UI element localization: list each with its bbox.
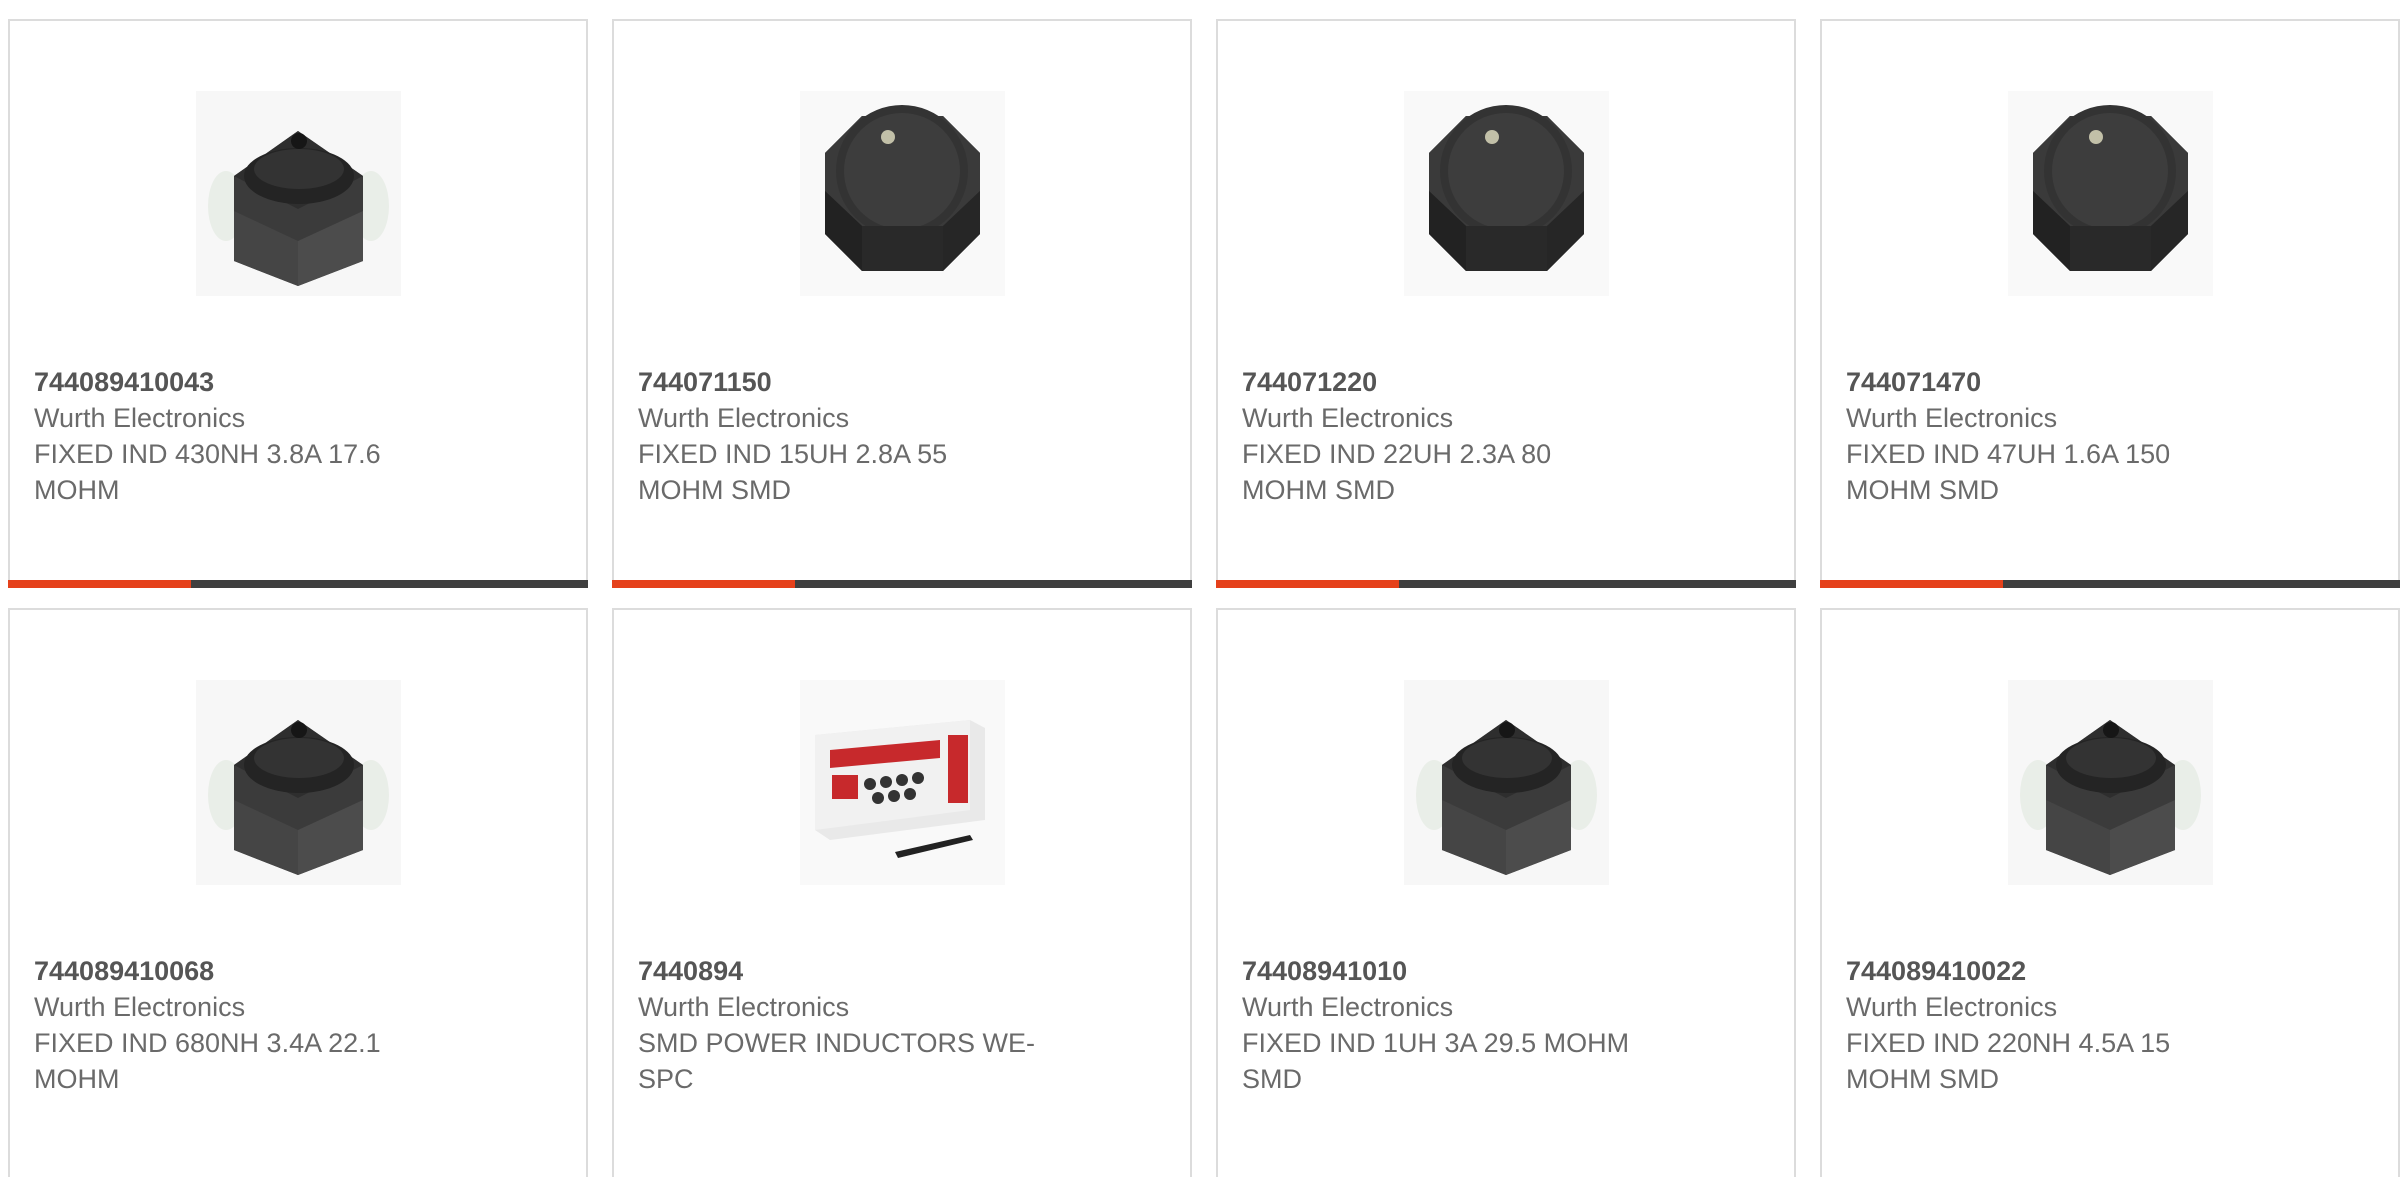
manufacturer: Wurth Electronics	[1242, 992, 1454, 1022]
octagonal-inductor-icon[interactable]	[2008, 91, 2213, 296]
shielded-inductor-square-icon[interactable]	[196, 91, 401, 296]
design-kit-box-icon[interactable]	[800, 680, 1005, 885]
part-number[interactable]: 744089410043	[34, 364, 474, 400]
manufacturer: Wurth Electronics	[1846, 992, 2058, 1022]
manufacturer: Wurth Electronics	[1242, 403, 1454, 433]
part-number[interactable]: 744089410068	[34, 953, 474, 989]
card-underbar	[8, 580, 588, 588]
manufacturer: Wurth Electronics	[638, 992, 850, 1022]
manufacturer: Wurth Electronics	[34, 403, 246, 433]
manufacturer: Wurth Electronics	[638, 403, 850, 433]
card-underbar	[1820, 580, 2400, 588]
product-description: FIXED IND 430NH 3.8A 17.6 MOHM	[34, 439, 381, 505]
product-description: FIXED IND 220NH 4.5A 15 MOHM SMD	[1846, 1028, 2171, 1094]
part-number[interactable]: 744071470	[1846, 364, 2286, 400]
product-card[interactable]: 744089410043 Wurth Electronics FIXED IND…	[8, 19, 588, 588]
product-card[interactable]: 744071470 Wurth Electronics FIXED IND 47…	[1820, 19, 2400, 588]
part-number[interactable]: 74408941010	[1242, 953, 1682, 989]
product-description: FIXED IND 22UH 2.3A 80 MOHM SMD	[1242, 439, 1552, 505]
card-accent	[1216, 580, 1399, 588]
shielded-inductor-square-icon[interactable]	[1404, 680, 1609, 885]
product-description: FIXED IND 1UH 3A 29.5 MOHM SMD	[1242, 1028, 1630, 1094]
product-card[interactable]: 7440894 Wurth Electronics SMD POWER INDU…	[612, 608, 1192, 1177]
product-description: FIXED IND 15UH 2.8A 55 MOHM SMD	[638, 439, 948, 505]
part-number[interactable]: 744071150	[638, 364, 1078, 400]
card-underbar	[612, 580, 1192, 588]
manufacturer: Wurth Electronics	[34, 992, 246, 1022]
part-number[interactable]: 744071220	[1242, 364, 1682, 400]
shielded-inductor-square-icon[interactable]	[2008, 680, 2213, 885]
product-card[interactable]: 744089410068 Wurth Electronics FIXED IND…	[8, 608, 588, 1177]
product-grid: 744089410043 Wurth Electronics FIXED IND…	[8, 19, 2400, 1177]
shielded-inductor-square-icon[interactable]	[196, 680, 401, 885]
card-accent	[1820, 580, 2003, 588]
octagonal-inductor-icon[interactable]	[1404, 91, 1609, 296]
manufacturer: Wurth Electronics	[1846, 403, 2058, 433]
card-underbar	[1216, 580, 1796, 588]
card-accent	[8, 580, 191, 588]
octagonal-inductor-icon[interactable]	[800, 91, 1005, 296]
product-card[interactable]: 744071220 Wurth Electronics FIXED IND 22…	[1216, 19, 1796, 588]
part-number[interactable]: 7440894	[638, 953, 1078, 989]
card-accent	[612, 580, 795, 588]
product-card[interactable]: 744071150 Wurth Electronics FIXED IND 15…	[612, 19, 1192, 588]
product-description: FIXED IND 47UH 1.6A 150 MOHM SMD	[1846, 439, 2171, 505]
product-description: FIXED IND 680NH 3.4A 22.1 MOHM	[34, 1028, 381, 1094]
product-card[interactable]: 74408941010 Wurth Electronics FIXED IND …	[1216, 608, 1796, 1177]
product-description: SMD POWER INDUCTORS WE-SPC	[638, 1028, 1035, 1094]
product-card[interactable]: 744089410022 Wurth Electronics FIXED IND…	[1820, 608, 2400, 1177]
part-number[interactable]: 744089410022	[1846, 953, 2286, 989]
